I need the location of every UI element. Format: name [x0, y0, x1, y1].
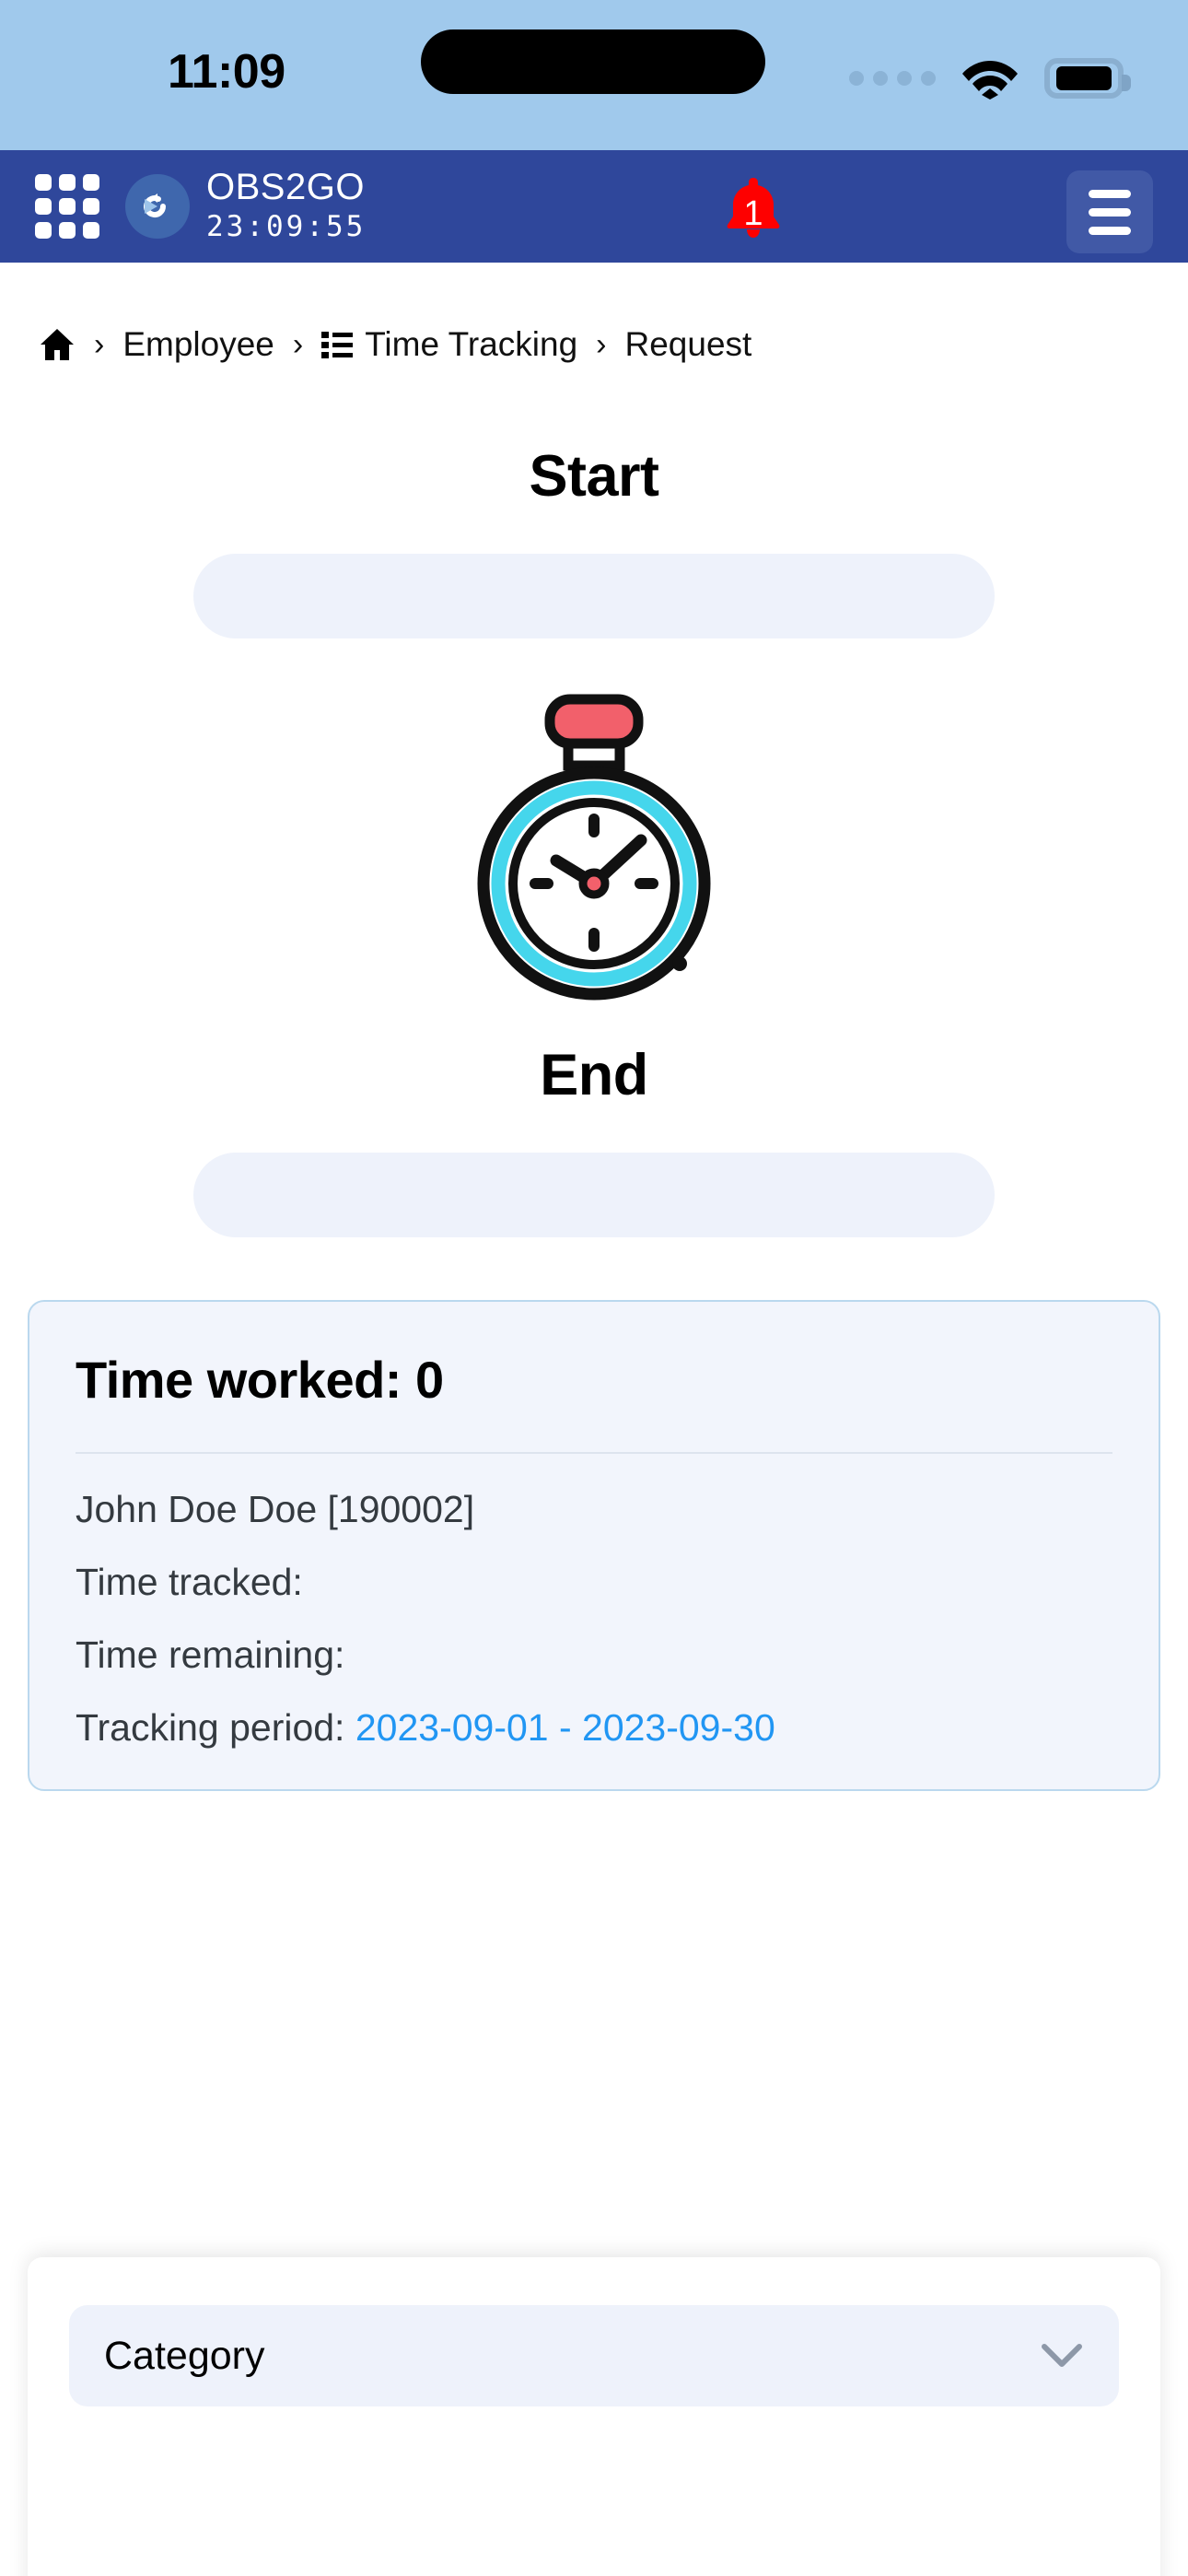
breadcrumb-item-time-tracking[interactable]: Time Tracking	[321, 325, 577, 364]
time-tracked-row: Time tracked:	[76, 1561, 303, 1603]
time-tracking-form: Start End	[0, 443, 1188, 1237]
category-select[interactable]: Category	[69, 2305, 1119, 2406]
breadcrumb-item-employee[interactable]: Employee	[122, 325, 274, 364]
session-timer: 23:09:55	[206, 210, 367, 244]
time-remaining-row: Time remaining:	[76, 1633, 345, 1676]
tracking-period-row: Tracking period: 2023-09-01 - 2023-09-30	[76, 1709, 1112, 1747]
start-time-input[interactable]	[193, 554, 995, 638]
brand-block: OBS2GO 23:09:55	[206, 168, 366, 244]
breadcrumb: › Employee › Time Tracking › Request	[0, 263, 1188, 364]
breadcrumb-separator: ›	[94, 326, 105, 362]
breadcrumb-label: Request	[624, 325, 752, 363]
phone-screen: 11:09 OBS2GO 23:09:55 1 › Employee › Tim…	[0, 0, 1188, 2576]
time-worked-headline: Time worked: 0	[76, 1351, 444, 1409]
status-bar: 11:09	[0, 0, 1188, 150]
tracking-period-label: Tracking period:	[76, 1706, 345, 1749]
bottom-sheet: Category	[28, 2257, 1160, 2576]
tracking-period-value[interactable]: 2023-09-01 - 2023-09-30	[355, 1706, 775, 1749]
category-select-label: Category	[104, 2333, 265, 2378]
end-time-input[interactable]	[193, 1153, 995, 1237]
home-icon	[41, 329, 74, 360]
status-bar-indicators	[849, 57, 1131, 100]
breadcrumb-label: Employee	[122, 325, 274, 363]
stopwatch-icon	[442, 690, 746, 1003]
app-header: OBS2GO 23:09:55 1	[0, 150, 1188, 263]
hamburger-menu-icon[interactable]	[1066, 170, 1153, 253]
card-divider	[76, 1452, 1112, 1454]
page-content: › Employee › Time Tracking › Request Sta…	[0, 263, 1188, 1791]
chevron-down-icon	[1042, 2344, 1082, 2367]
end-label: End	[540, 1043, 648, 1107]
employee-name-row: John Doe Doe [190002]	[76, 1488, 475, 1530]
app-grid-icon[interactable]	[35, 174, 99, 239]
list-icon	[321, 332, 354, 358]
app-title: OBS2GO	[206, 167, 365, 208]
dynamic-island	[421, 29, 765, 94]
battery-icon	[1044, 58, 1131, 99]
time-summary-card: Time worked: 0 John Doe Doe [190002] Tim…	[28, 1300, 1160, 1791]
start-label: Start	[529, 444, 659, 509]
wifi-icon	[962, 61, 1018, 100]
breadcrumb-item-request[interactable]: Request	[624, 325, 751, 364]
breadcrumb-label: Time Tracking	[365, 325, 578, 363]
notification-count-badge: 1	[743, 194, 763, 233]
breadcrumb-item-home[interactable]	[39, 327, 76, 362]
breadcrumb-separator: ›	[292, 326, 304, 362]
breadcrumb-separator: ›	[596, 326, 607, 362]
signal-dots-icon	[849, 71, 936, 86]
notification-bell-button[interactable]: 1	[714, 170, 793, 250]
status-bar-time: 11:09	[168, 45, 285, 99]
obs2go-logo-icon	[125, 174, 190, 239]
